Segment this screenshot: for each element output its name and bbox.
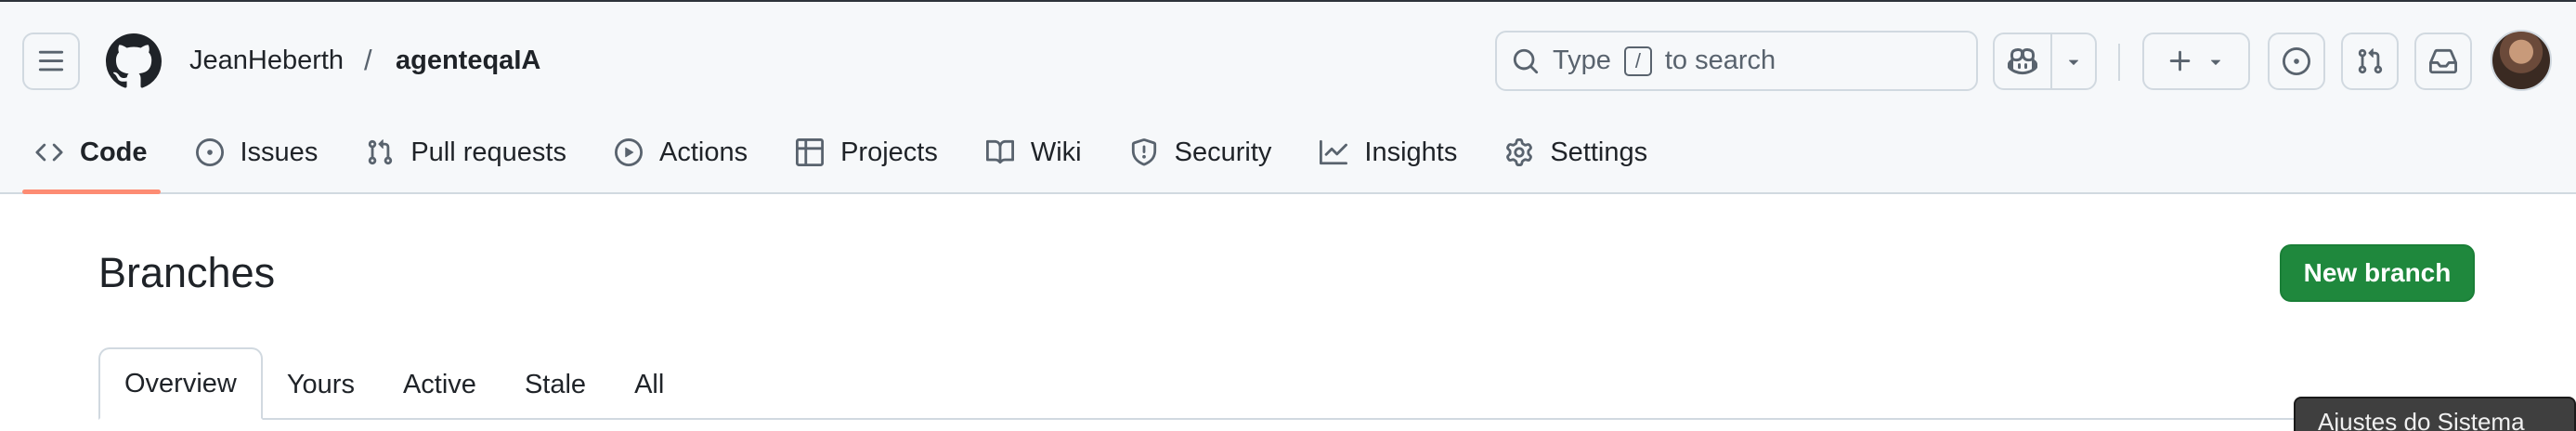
graph-icon [1320, 139, 1348, 165]
table-icon [796, 138, 825, 166]
system-settings-tooltip: Ajustes do Sistema [2294, 397, 2576, 431]
global-header: JeanHeberth / agenteqaIA Type / to searc… [0, 0, 2576, 194]
user-avatar[interactable] [2491, 30, 2552, 91]
tab-overview[interactable]: Overview [98, 347, 263, 420]
inbox-icon [2429, 48, 2457, 74]
tab-pull-requests[interactable]: Pull requests [353, 111, 579, 193]
tab-wiki-label: Wiki [1030, 137, 1082, 167]
tab-code[interactable]: Code [22, 111, 161, 194]
tab-active[interactable]: Active [379, 349, 501, 420]
triangle-down-icon [2068, 59, 2079, 65]
breadcrumb-separator: / [364, 44, 372, 76]
tab-projects-label: Projects [840, 137, 938, 167]
play-icon [614, 138, 643, 166]
plus-icon [2169, 50, 2191, 72]
tab-settings[interactable]: Settings [1492, 111, 1660, 193]
tab-projects[interactable]: Projects [783, 111, 951, 193]
repo-owner-link[interactable]: JeanHeberth [189, 42, 344, 79]
git-pull-request-icon [369, 139, 393, 165]
tab-all[interactable]: All [610, 349, 688, 420]
code-icon [35, 143, 63, 162]
search-shortcut-key: / [1623, 46, 1652, 76]
triangle-down-icon [2210, 59, 2221, 65]
create-new-button[interactable] [2142, 33, 2250, 90]
copilot-icon [2008, 47, 2037, 75]
branch-filter-tabs: Overview Yours Active Stale All [98, 347, 688, 420]
copilot-dropdown-button[interactable] [2052, 51, 2095, 72]
shield-icon [1131, 138, 1156, 166]
issue-opened-icon [2283, 47, 2310, 75]
window-top-edge [0, 0, 2576, 2]
tab-issues-label: Issues [240, 137, 319, 167]
search-icon [1513, 48, 1539, 73]
tab-insights[interactable]: Insights [1307, 111, 1470, 193]
tab-wiki[interactable]: Wiki [973, 111, 1095, 193]
new-branch-button[interactable]: New branch [2280, 244, 2475, 302]
copilot-chat-button[interactable] [1995, 34, 2052, 88]
tab-insights-label: Insights [1364, 137, 1458, 167]
hamburger-icon [38, 50, 64, 72]
git-pull-request-icon [2358, 48, 2383, 74]
your-pull-requests-button[interactable] [2341, 33, 2399, 90]
copilot-button[interactable] [1993, 33, 2097, 90]
repo-name-link[interactable]: agenteqaIA [396, 42, 540, 79]
tab-actions-label: Actions [658, 137, 748, 167]
book-icon [985, 139, 1014, 164]
repo-nav: Code Issues Pull requests Actions Projec… [22, 111, 1683, 194]
search-placeholder-suffix: to search [1664, 46, 1776, 75]
tab-security-label: Security [1174, 137, 1272, 167]
tab-stale[interactable]: Stale [501, 349, 610, 420]
page-title: Branches [98, 249, 276, 296]
search-placeholder-prefix: Type [1553, 46, 1611, 75]
tab-security[interactable]: Security [1117, 111, 1285, 193]
tab-pull-requests-label: Pull requests [410, 137, 566, 167]
your-issues-button[interactable] [2268, 33, 2325, 90]
search-input[interactable]: Type / to search [1495, 31, 1978, 91]
tab-actions[interactable]: Actions [602, 111, 761, 193]
github-logo[interactable] [105, 33, 162, 94]
menu-button[interactable] [22, 33, 80, 90]
tab-code-label: Code [80, 137, 148, 167]
notifications-button[interactable] [2414, 33, 2472, 90]
tab-issues[interactable]: Issues [183, 111, 332, 193]
header-divider [2118, 44, 2120, 81]
tab-yours[interactable]: Yours [263, 349, 379, 420]
gear-icon [1506, 138, 1533, 166]
tab-settings-label: Settings [1550, 137, 1648, 167]
issue-opened-icon [195, 138, 224, 166]
